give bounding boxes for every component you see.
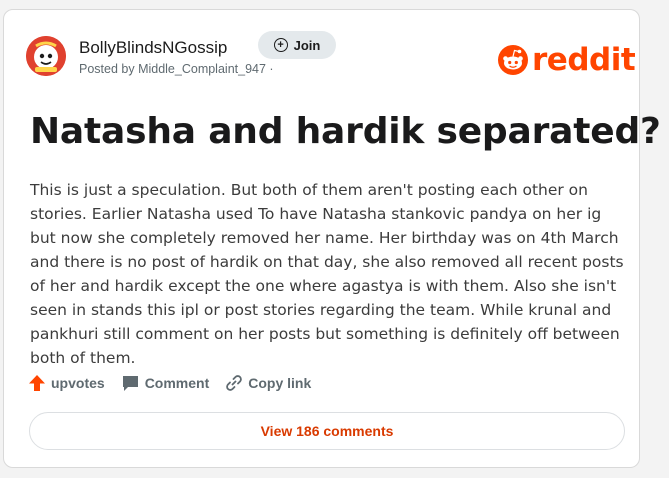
post-body: This is just a speculation. But both of … [30,181,624,367]
posted-by-line[interactable]: Posted by Middle_Complaint_947 · [79,62,274,76]
link-icon [226,375,243,391]
join-button[interactable]: + Join [258,31,336,59]
join-label: Join [293,37,321,53]
upvote-arrow-icon [29,375,45,391]
comment-label: Comment [144,375,210,391]
post-title[interactable]: Natasha and hardik separated? [30,111,661,152]
copy-link-button[interactable]: Copy link [225,374,311,392]
comment-bubble-icon [122,376,138,391]
copy-link-label: Copy link [248,375,312,391]
comment-button[interactable]: Comment [121,374,210,392]
upvote-button[interactable]: upvotes [28,374,105,392]
upvotes-label: upvotes [51,375,105,391]
post-actions: upvotes Comment Copy link [28,374,327,392]
view-comments-button[interactable]: View 186 comments [29,412,625,450]
reddit-logo: reddit [498,41,636,78]
post-card: BollyBlindsNGossip Posted by Middle_Comp… [3,9,661,468]
reddit-snoo-icon [498,45,528,75]
reddit-wordmark: reddit [532,41,636,78]
subreddit-avatar-icon[interactable] [26,36,66,76]
subreddit-name[interactable]: BollyBlindsNGossip [79,38,227,58]
plus-circle-icon: + [273,38,288,52]
